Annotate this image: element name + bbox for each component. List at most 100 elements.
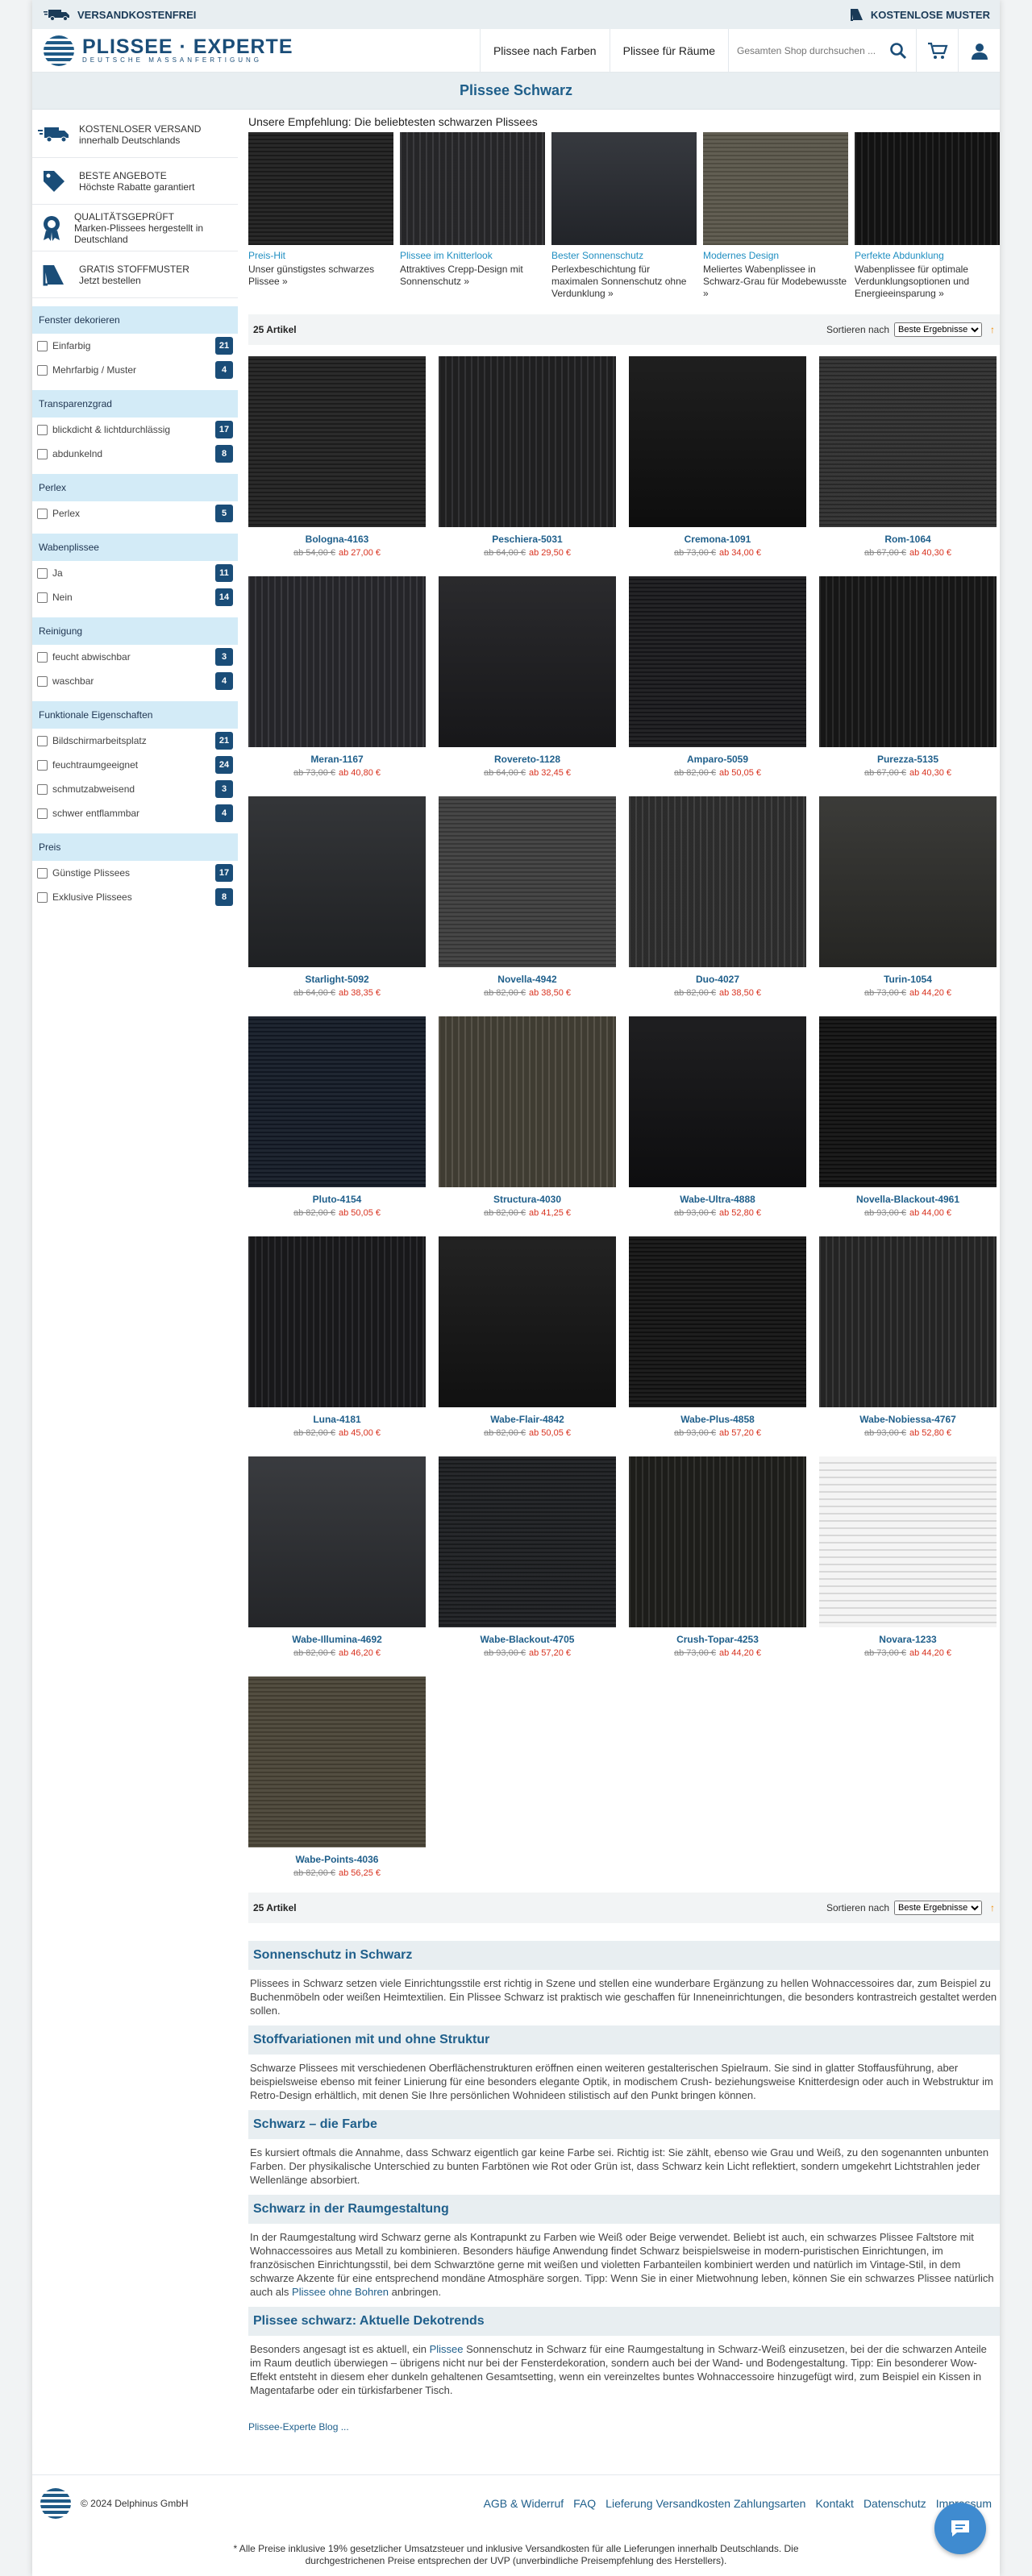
product-name[interactable]: Novella-4942: [439, 974, 616, 985]
nav-rooms[interactable]: Plissee für Räume: [609, 28, 728, 73]
product-card[interactable]: Wabe-Flair-4842 ab 82,00 € ab 50,05 €: [439, 1236, 616, 1438]
product-card[interactable]: Structura-4030 ab 82,00 € ab 41,25 €: [439, 1016, 616, 1218]
product-image[interactable]: [248, 356, 426, 527]
product-name[interactable]: Wabe-Points-4036: [248, 1854, 426, 1865]
filter-checkbox[interactable]: [37, 808, 48, 819]
search-input[interactable]: [737, 44, 884, 56]
product-image[interactable]: [248, 1016, 426, 1187]
filter-heading[interactable]: Transparenzgrad: [32, 390, 238, 418]
product-card[interactable]: Starlight-5092 ab 64,00 € ab 38,35 €: [248, 796, 426, 998]
filter-checkbox[interactable]: [37, 448, 48, 459]
product-card[interactable]: Wabe-Ultra-4888 ab 93,00 € ab 52,80 €: [629, 1016, 806, 1218]
product-card[interactable]: Luna-4181 ab 82,00 € ab 45,00 €: [248, 1236, 426, 1438]
filter-checkbox[interactable]: [37, 340, 48, 351]
product-image[interactable]: [629, 1456, 806, 1627]
recommend-title[interactable]: Perfekte Abdunklung: [855, 250, 1000, 261]
footer-link[interactable]: Lieferung Versandkosten Zahlungsarten: [605, 2497, 805, 2510]
cart-button[interactable]: [916, 28, 958, 73]
product-image[interactable]: [248, 1676, 426, 1847]
product-image[interactable]: [629, 1016, 806, 1187]
product-image[interactable]: [439, 1016, 616, 1187]
filter-option[interactable]: schwer entflammbar 4: [32, 801, 238, 825]
filter-heading[interactable]: Funktionale Eigenschaften: [32, 701, 238, 729]
filter-option[interactable]: schmutzabweisend 3: [32, 777, 238, 801]
product-name[interactable]: Duo-4027: [629, 974, 806, 985]
product-name[interactable]: Cremona-1091: [629, 534, 806, 545]
filter-option[interactable]: Perlex 5: [32, 501, 238, 526]
product-card[interactable]: Amparo-5059 ab 82,00 € ab 50,05 €: [629, 576, 806, 778]
filter-checkbox[interactable]: [37, 424, 48, 435]
filter-option[interactable]: blickdicht & lichtdurchlässig 17: [32, 418, 238, 442]
product-image[interactable]: [439, 796, 616, 967]
filter-heading[interactable]: Fenster dekorieren: [32, 306, 238, 334]
filter-option[interactable]: Ja 11: [32, 561, 238, 585]
free-samples-link[interactable]: KOSTENLOSE MUSTER: [850, 7, 990, 22]
product-name[interactable]: Wabe-Nobiessa-4767: [819, 1414, 997, 1425]
recommend-desc[interactable]: Meliertes Wabenplissee in Schwarz-Grau f…: [703, 264, 848, 300]
filter-checkbox[interactable]: [37, 891, 48, 903]
footer-link[interactable]: Kontakt: [815, 2497, 853, 2510]
product-image[interactable]: [439, 576, 616, 747]
recommend-image[interactable]: [855, 132, 1000, 245]
product-card[interactable]: Cremona-1091 ab 73,00 € ab 34,00 €: [629, 356, 806, 558]
product-card[interactable]: Rom-1064 ab 67,00 € ab 40,30 €: [819, 356, 997, 558]
product-image[interactable]: [629, 356, 806, 527]
product-name[interactable]: Peschiera-5031: [439, 534, 616, 545]
product-image[interactable]: [248, 796, 426, 967]
filter-heading[interactable]: Perlex: [32, 474, 238, 501]
product-card[interactable]: Wabe-Blackout-4705 ab 93,00 € ab 57,20 €: [439, 1456, 616, 1658]
product-card[interactable]: Wabe-Nobiessa-4767 ab 93,00 € ab 52,80 €: [819, 1236, 997, 1438]
filter-checkbox[interactable]: [37, 651, 48, 663]
filter-checkbox[interactable]: [37, 759, 48, 771]
plissee-link[interactable]: Plissee: [430, 2343, 464, 2355]
recommend-image[interactable]: [248, 132, 393, 245]
sort-direction-icon[interactable]: ↑: [990, 324, 995, 335]
filter-option[interactable]: Günstige Plissees 17: [32, 861, 238, 885]
recommend-title[interactable]: Plissee im Knitterlook: [400, 250, 545, 261]
recommend-title[interactable]: Modernes Design: [703, 250, 848, 261]
product-image[interactable]: [629, 796, 806, 967]
recommend-card[interactable]: Modernes Design Meliertes Wabenplissee in…: [703, 132, 848, 300]
chat-button[interactable]: [934, 2503, 986, 2554]
filter-checkbox[interactable]: [37, 364, 48, 376]
account-button[interactable]: [958, 28, 1000, 73]
filter-heading[interactable]: Preis: [32, 833, 238, 861]
product-image[interactable]: [819, 576, 997, 747]
product-image[interactable]: [819, 1456, 997, 1627]
recommend-desc[interactable]: Perlexbeschichtung für maximalen Sonnens…: [551, 264, 697, 300]
plissee-ohne-bohren-link[interactable]: Plissee ohne Bohren: [292, 2286, 389, 2298]
search-icon[interactable]: [888, 41, 908, 60]
footer-logo-icon[interactable]: [40, 2487, 71, 2519]
product-card[interactable]: Rovereto-1128 ab 64,00 € ab 32,45 €: [439, 576, 616, 778]
product-name[interactable]: Wabe-Illumina-4692: [248, 1634, 426, 1645]
product-image[interactable]: [819, 1236, 997, 1407]
product-name[interactable]: Amparo-5059: [629, 754, 806, 765]
product-card[interactable]: Wabe-Illumina-4692 ab 82,00 € ab 46,20 €: [248, 1456, 426, 1658]
recommend-image[interactable]: [400, 132, 545, 245]
filter-checkbox[interactable]: [37, 735, 48, 746]
product-image[interactable]: [819, 1016, 997, 1187]
filter-option[interactable]: abdunkelnd 8: [32, 442, 238, 466]
product-name[interactable]: Wabe-Blackout-4705: [439, 1634, 616, 1645]
product-name[interactable]: Structura-4030: [439, 1194, 616, 1205]
product-name[interactable]: Novella-Blackout-4961: [819, 1194, 997, 1205]
product-name[interactable]: Wabe-Ultra-4888: [629, 1194, 806, 1205]
filter-option[interactable]: Mehrfarbig / Muster 4: [32, 358, 238, 382]
recommend-title[interactable]: Preis-Hit: [248, 250, 393, 261]
product-image[interactable]: [629, 576, 806, 747]
footer-link[interactable]: Datenschutz: [863, 2497, 926, 2510]
recommend-card[interactable]: Perfekte Abdunklung Wabenplissee für opti…: [855, 132, 1000, 300]
product-image[interactable]: [439, 1456, 616, 1627]
recommend-desc[interactable]: Wabenplissee für optimale Verdunklungsop…: [855, 264, 1000, 300]
filter-heading[interactable]: Wabenplissee: [32, 534, 238, 561]
product-image[interactable]: [248, 1456, 426, 1627]
filter-option[interactable]: feuchtraumgeeignet 24: [32, 753, 238, 777]
filter-checkbox[interactable]: [37, 783, 48, 795]
product-name[interactable]: Meran-1167: [248, 754, 426, 765]
product-image[interactable]: [248, 1236, 426, 1407]
recommend-title[interactable]: Bester Sonnenschutz: [551, 250, 697, 261]
product-image[interactable]: [248, 576, 426, 747]
product-card[interactable]: Peschiera-5031 ab 64,00 € ab 29,50 €: [439, 356, 616, 558]
product-card[interactable]: Novara-1233 ab 73,00 € ab 44,20 €: [819, 1456, 997, 1658]
product-name[interactable]: Wabe-Flair-4842: [439, 1414, 616, 1425]
